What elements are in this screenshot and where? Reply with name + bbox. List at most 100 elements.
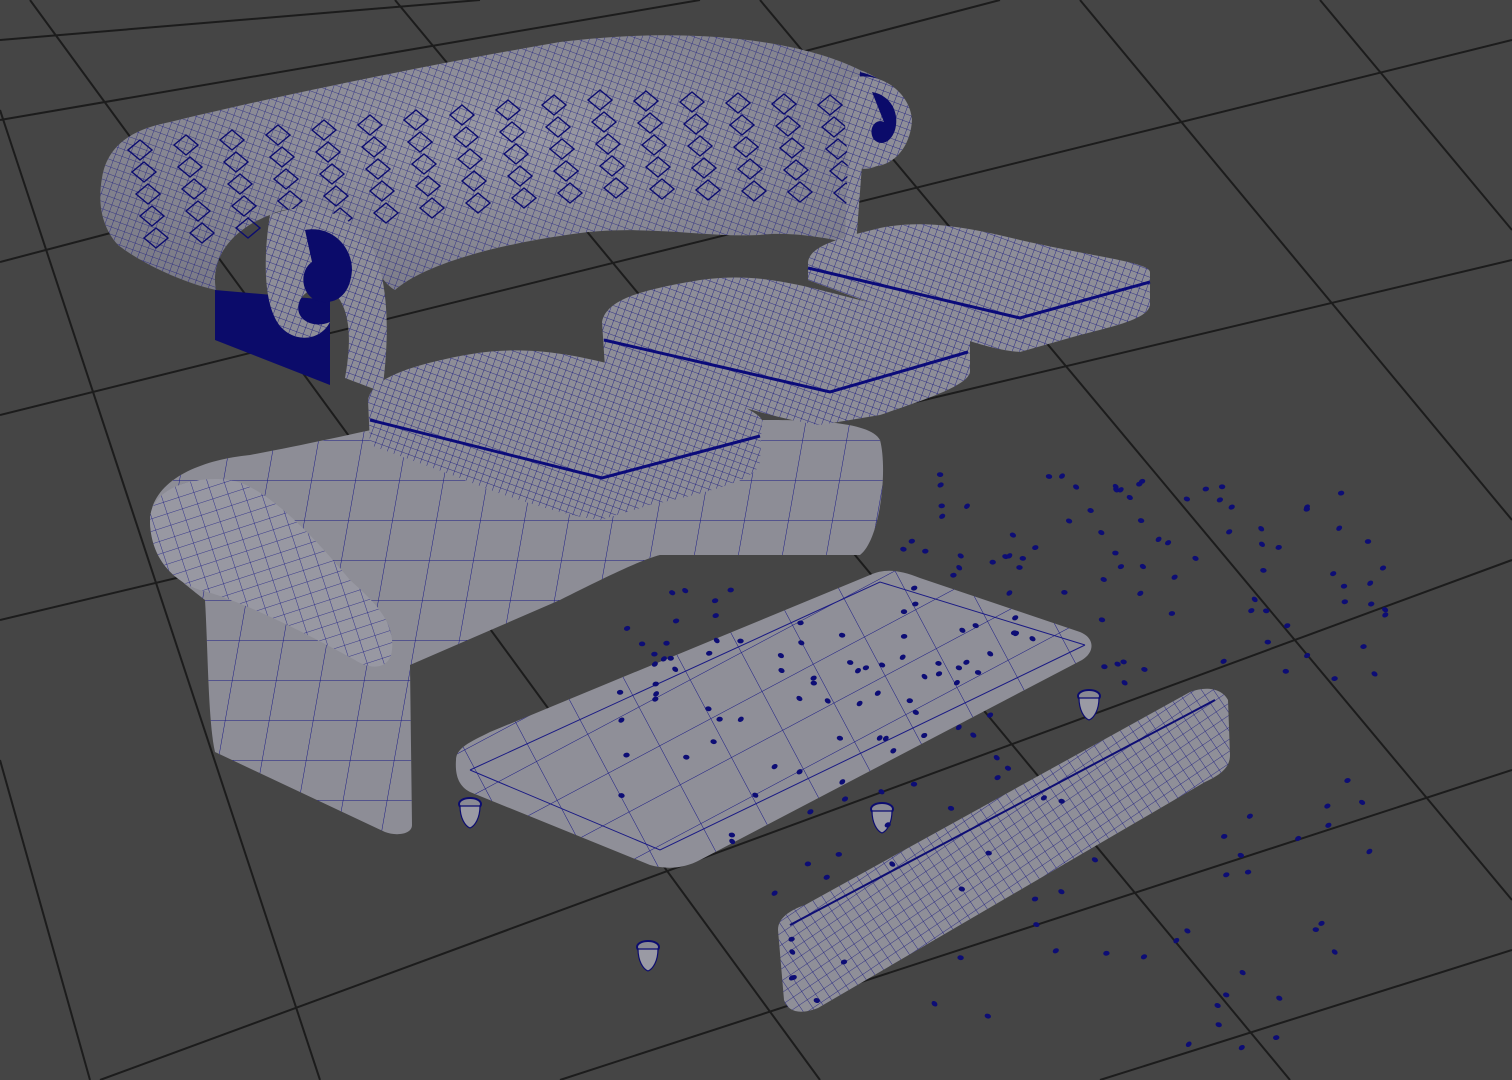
tufting-button bbox=[1228, 504, 1235, 510]
tufting-button bbox=[1324, 803, 1331, 809]
tufting-button bbox=[1065, 518, 1073, 524]
tufting-button bbox=[841, 796, 849, 802]
tufting-button bbox=[1058, 889, 1065, 895]
tufting-button bbox=[1033, 922, 1040, 928]
tufting-button bbox=[1340, 583, 1348, 589]
tufting-button bbox=[1336, 525, 1343, 531]
tufting-button bbox=[1112, 550, 1119, 556]
tufting-button bbox=[937, 482, 944, 488]
3d-viewport[interactable] bbox=[0, 0, 1512, 1080]
grid-line bbox=[1319, 0, 1512, 231]
tufting-button bbox=[1032, 545, 1039, 551]
tufting-button bbox=[1184, 928, 1191, 934]
tufting-button bbox=[1368, 601, 1375, 607]
tufting-button bbox=[727, 587, 734, 593]
grid-line bbox=[0, 759, 91, 1080]
tufting-button bbox=[1344, 778, 1351, 783]
tufting-button bbox=[1221, 833, 1228, 839]
tufting-button bbox=[1282, 668, 1289, 674]
tufting-button bbox=[1215, 1022, 1222, 1028]
grid-line bbox=[0, 0, 481, 41]
tufting-button bbox=[957, 553, 964, 559]
tufting-button bbox=[807, 809, 814, 815]
tufting-button bbox=[1004, 765, 1012, 771]
tufting-button bbox=[1202, 486, 1209, 492]
tufting-button bbox=[1226, 529, 1233, 535]
tufting-button bbox=[1331, 949, 1338, 955]
tufting-button bbox=[1073, 484, 1080, 490]
tufting-button bbox=[835, 851, 842, 857]
tufting-button bbox=[1248, 608, 1255, 614]
tufting-button bbox=[1330, 571, 1337, 577]
tufting-button bbox=[1220, 658, 1227, 664]
bun-foot[interactable] bbox=[636, 940, 660, 972]
tufting-button bbox=[957, 955, 964, 961]
tufting-button bbox=[1087, 508, 1094, 513]
tufting-button bbox=[1223, 992, 1230, 998]
tufting-button bbox=[1273, 1035, 1280, 1041]
grid-line bbox=[1099, 949, 1512, 1080]
tufting-button bbox=[712, 613, 719, 619]
bun-foot[interactable] bbox=[870, 802, 894, 834]
tufting-button bbox=[1091, 857, 1098, 863]
tufting-button bbox=[1141, 666, 1148, 672]
tufting-button bbox=[623, 625, 631, 631]
tufting-button bbox=[989, 559, 996, 565]
tufting-button bbox=[1379, 565, 1387, 571]
tufting-button bbox=[1185, 1041, 1192, 1048]
tufting-button bbox=[1121, 680, 1128, 686]
tufting-button bbox=[1382, 612, 1389, 618]
tufting-button bbox=[1218, 484, 1226, 490]
tufting-button bbox=[1100, 577, 1107, 582]
tufting-button bbox=[938, 503, 945, 509]
tufting-button bbox=[1019, 555, 1026, 561]
tufting-button bbox=[900, 546, 907, 552]
tufting-button bbox=[1258, 525, 1265, 532]
tufting-button bbox=[1367, 580, 1374, 586]
tufting-button bbox=[984, 1013, 991, 1019]
tufting-button bbox=[1325, 822, 1332, 828]
tufting-button bbox=[1223, 872, 1230, 878]
tufting-button bbox=[1192, 555, 1199, 561]
tufting-button bbox=[771, 890, 778, 896]
tufting-button bbox=[956, 564, 963, 571]
tufting-button bbox=[922, 548, 929, 554]
tufting-button bbox=[823, 874, 830, 880]
tufting-button bbox=[1366, 848, 1373, 855]
tufting-button bbox=[1137, 518, 1145, 524]
grid-line bbox=[1079, 0, 1512, 521]
tufting-button bbox=[1341, 599, 1348, 605]
tufting-button bbox=[663, 640, 670, 646]
tufting-button bbox=[1359, 799, 1366, 805]
tufting-button bbox=[672, 618, 680, 624]
tufting-button bbox=[1045, 474, 1053, 479]
tufting-button bbox=[1114, 661, 1121, 667]
tufting-button bbox=[936, 472, 944, 478]
tufting-button bbox=[1140, 954, 1148, 960]
tufting-button bbox=[910, 781, 918, 787]
bun-foot[interactable] bbox=[1077, 689, 1101, 721]
tufting-button bbox=[1246, 813, 1253, 819]
tufting-button bbox=[947, 805, 955, 811]
tufting-button bbox=[669, 590, 676, 596]
tufting-button bbox=[964, 503, 970, 509]
tufting-button bbox=[1155, 536, 1162, 543]
viewport-scene[interactable] bbox=[0, 0, 1512, 1080]
tufting-button bbox=[1120, 659, 1127, 665]
tufting-button bbox=[1098, 530, 1105, 536]
tufting-button bbox=[1214, 1002, 1221, 1009]
tufting-button bbox=[1337, 490, 1345, 496]
tufting-button bbox=[1006, 590, 1013, 596]
tufting-button bbox=[970, 732, 977, 738]
tufting-button bbox=[1276, 995, 1283, 1001]
tufting-button bbox=[682, 588, 689, 594]
tufting-button bbox=[994, 775, 1001, 781]
bun-foot[interactable] bbox=[458, 797, 482, 829]
tufting-button bbox=[1101, 664, 1108, 670]
tufting-button bbox=[931, 1001, 938, 1007]
tufting-button bbox=[1168, 611, 1176, 616]
tufting-button bbox=[1126, 494, 1133, 501]
tufting-button bbox=[1171, 574, 1178, 580]
tufting-button bbox=[908, 538, 915, 544]
tufting-button bbox=[1312, 927, 1319, 933]
